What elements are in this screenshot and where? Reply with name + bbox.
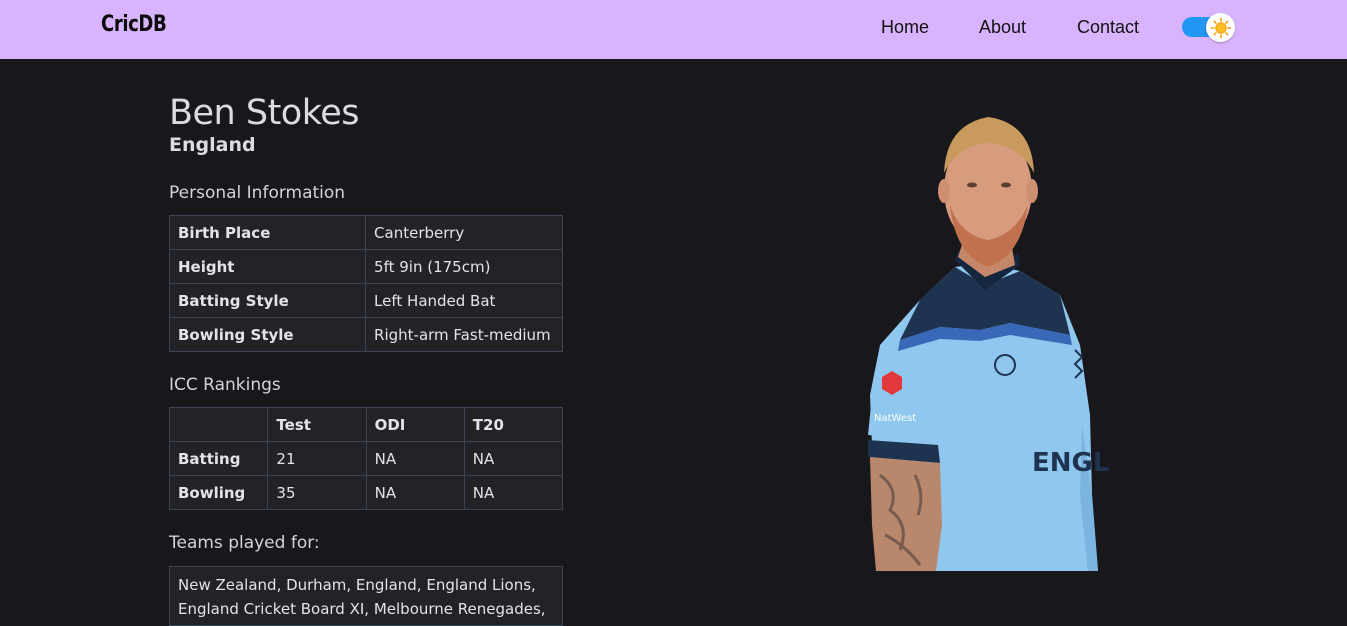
icc-rankings-table: Test ODI T20 Batting 21 NA NA Bowling 35… — [168, 407, 564, 510]
table-cell-label: Batting — [168, 441, 269, 476]
table-cell-value: 21 — [267, 441, 367, 476]
table-cell-value: NA — [463, 475, 564, 510]
table-cell-value: 5ft 9in (175cm) — [365, 249, 563, 284]
table-header-cell — [168, 407, 269, 442]
table-cell-value: Left Handed Bat — [365, 283, 563, 318]
teams-title: Teams played for: — [169, 533, 320, 553]
table-row: Bowling Style Right-arm Fast-medium — [168, 317, 563, 352]
nav-home-link[interactable]: Home — [881, 17, 929, 38]
theme-toggle[interactable] — [1182, 13, 1235, 42]
table-cell-label: Birth Place — [168, 215, 367, 250]
player-portrait: NatWest ENGLAND — [868, 117, 1110, 571]
table-cell-label: Height — [168, 249, 367, 284]
navbar: CricDB Home About Contact — [0, 0, 1347, 59]
nav-contact-link[interactable]: Contact — [1077, 17, 1139, 38]
table-cell-value: NA — [463, 441, 564, 476]
table-cell-value: NA — [365, 441, 465, 476]
personal-info-table: Birth Place Canterberry Height 5ft 9in (… — [168, 215, 563, 352]
table-cell-value: 35 — [267, 475, 367, 510]
table-cell-label: Bowling — [168, 475, 269, 510]
player-name: Ben Stokes — [169, 93, 360, 133]
table-header-row: Test ODI T20 — [168, 407, 564, 442]
jersey-text: ENGLAND — [1032, 448, 1110, 478]
table-header-cell: T20 — [463, 407, 564, 442]
table-header-cell: Test — [267, 407, 367, 442]
nav-about-link[interactable]: About — [979, 17, 1026, 38]
table-row: Height 5ft 9in (175cm) — [168, 249, 563, 284]
toggle-knob — [1206, 13, 1235, 42]
table-header-cell: ODI — [365, 407, 465, 442]
table-cell-value: NA — [365, 475, 465, 510]
sun-icon — [1210, 17, 1231, 38]
brand-logo[interactable]: CricDB — [101, 12, 167, 37]
personal-info-title: Personal Information — [169, 183, 346, 203]
table-cell-value: Right-arm Fast-medium — [365, 317, 563, 352]
player-country: England — [169, 134, 256, 156]
table-cell-label: Bowling Style — [168, 317, 367, 352]
table-row: Bowling 35 NA NA — [168, 475, 564, 510]
icc-rankings-title: ICC Rankings — [169, 375, 281, 395]
table-cell-label: Batting Style — [168, 283, 367, 318]
sponsor-text: NatWest — [874, 413, 916, 424]
table-row: Birth Place Canterberry — [168, 215, 563, 250]
table-cell-value: Canterberry — [365, 215, 563, 250]
teams-list: New Zealand, Durham, England, England Li… — [169, 566, 563, 626]
table-row: Batting 21 NA NA — [168, 441, 564, 476]
table-row: Batting Style Left Handed Bat — [168, 283, 563, 318]
